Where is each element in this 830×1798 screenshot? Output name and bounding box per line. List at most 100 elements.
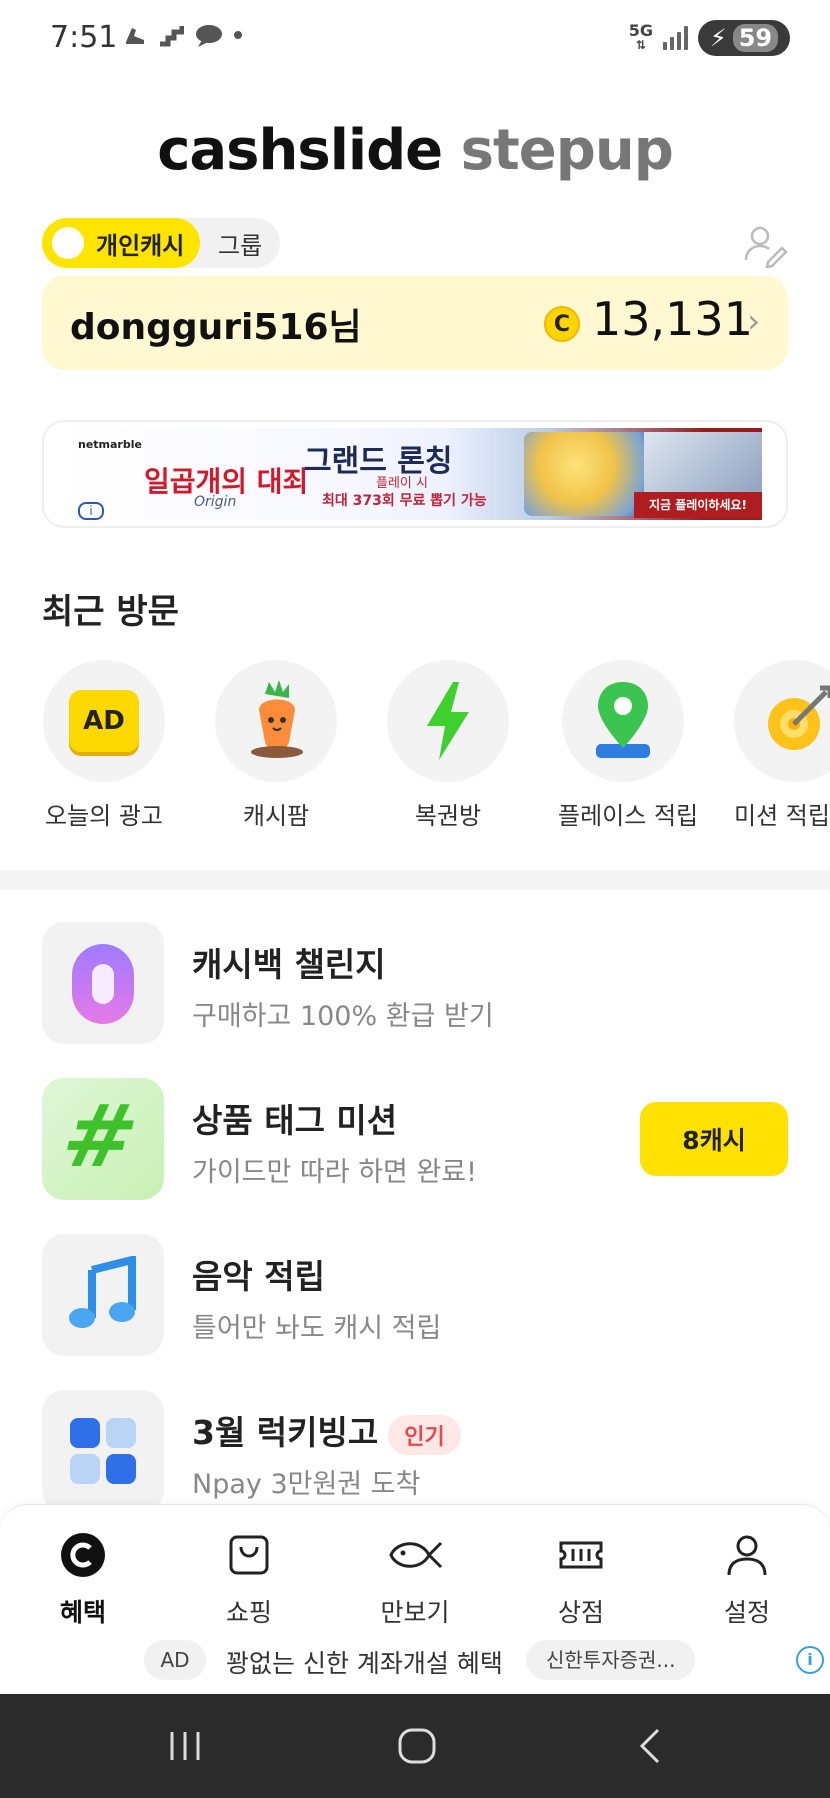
- recent-item-today-ad[interactable]: AD 오늘의 광고: [42, 660, 166, 831]
- shopping-bag-icon: [229, 1535, 269, 1575]
- logo-secondary: stepup: [460, 118, 674, 183]
- recent-section-title: 최근 방문: [42, 592, 179, 632]
- lightning-icon: [427, 682, 469, 760]
- nav-tab-shopping[interactable]: 쇼핑: [194, 1531, 304, 1629]
- list-icon: [42, 922, 164, 1044]
- list-item-product-tag-mission[interactable]: # 상품 태그 미션 가이드만 따라 하면 완료! 8캐시: [42, 1078, 788, 1202]
- battery-icon: ⚡ 59: [698, 20, 790, 56]
- recent-item-place[interactable]: 플레이스 적립: [558, 660, 699, 831]
- recent-item-circle: [562, 660, 684, 782]
- signal-icon: [663, 26, 688, 50]
- recent-item-mission[interactable]: 미션 적립: [734, 660, 830, 831]
- ad-badge-icon: AD: [69, 690, 139, 752]
- banner-brand: netmarble: [78, 438, 142, 451]
- fish-icon: [389, 1541, 443, 1569]
- nav-label: 쇼핑: [225, 1598, 272, 1627]
- network-indicator: 5G ⇅: [628, 21, 653, 53]
- list-title: 음악 적립: [192, 1257, 325, 1296]
- list-icon: #: [42, 1078, 164, 1200]
- list-item-cashback-challenge[interactable]: 캐시백 챌린지 구매하고 100% 환급 받기: [42, 922, 788, 1046]
- app-logo: cashslide stepup: [0, 118, 830, 183]
- status-bar: 7:51 5G ⇅ ⚡ 59: [0, 0, 830, 80]
- recent-item-label: 오늘의 광고: [44, 802, 164, 830]
- toggle-personal-label: 개인캐시: [96, 231, 185, 260]
- user-cash-card[interactable]: dongguri516님 C 13,131 ›: [42, 276, 788, 370]
- list-icon: [42, 1234, 164, 1356]
- network-label: 5G: [628, 21, 653, 40]
- info-icon[interactable]: i: [78, 502, 104, 520]
- nav-label: 만보기: [380, 1598, 450, 1627]
- ad-text[interactable]: 꽝없는 신한 계좌개설 혜택: [226, 1644, 503, 1680]
- nav-label: 설정: [723, 1598, 770, 1627]
- profile-edit-icon[interactable]: [742, 222, 788, 268]
- list-desc: 틀어만 놔도 캐시 적립: [192, 1313, 442, 1344]
- map-pin-icon: [596, 682, 650, 758]
- ad-tag: AD: [144, 1640, 206, 1680]
- dot-icon: [234, 31, 242, 39]
- status-right: 5G ⇅ ⚡ 59: [629, 20, 790, 56]
- target-icon: [768, 685, 830, 750]
- recent-apps-icon[interactable]: [160, 1726, 210, 1766]
- recent-item-label: 캐시팜: [242, 802, 310, 830]
- toggle-knob: [52, 227, 84, 259]
- recent-item-label: 플레이스 적립: [558, 802, 699, 830]
- bottom-nav: 혜택 쇼핑 만보기 상점 설정: [0, 1504, 830, 1628]
- list-desc: 구매하고 100% 환급 받기: [192, 1001, 494, 1032]
- list-desc: Npay 3만원권 도착: [192, 1469, 421, 1500]
- recent-item-label: 미션 적립: [734, 802, 830, 830]
- list-title: 3월 럭키빙고 인기: [192, 1406, 461, 1455]
- info-icon[interactable]: i: [796, 1646, 824, 1674]
- status-notification-icons: [122, 22, 242, 48]
- carrot-icon: [251, 680, 303, 758]
- music-note-icon: [69, 1256, 136, 1328]
- recent-item-cash-farm[interactable]: 캐시팜: [214, 660, 338, 831]
- recent-item-lottery[interactable]: 복권방: [386, 660, 510, 831]
- recent-item-circle: [734, 660, 830, 782]
- list-item-music-reward[interactable]: 음악 적립 틀어만 놔도 캐시 적립: [42, 1234, 788, 1358]
- reward-button[interactable]: 8캐시: [640, 1102, 788, 1176]
- bottom-ad-strip[interactable]: AD 꽝없는 신한 계좌개설 혜택 신한투자증권... i: [0, 1628, 830, 1694]
- battery-level: 59: [732, 24, 779, 52]
- logo-primary: cashslide: [157, 118, 443, 183]
- chevron-right-icon: ›: [747, 302, 760, 340]
- banner-image: netmarble 일곱개의 대죄 Origin i 그랜드 론칭 플레이 시 …: [54, 428, 762, 520]
- nav-label: 상점: [557, 1598, 604, 1627]
- list-title: 캐시백 챌린지: [192, 945, 386, 984]
- recent-item-circle: AD: [43, 660, 165, 782]
- ad-banner[interactable]: netmarble 일곱개의 대죄 Origin i 그랜드 론칭 플레이 시 …: [42, 420, 788, 528]
- nav-tab-store[interactable]: 상점: [526, 1531, 636, 1629]
- section-divider: [0, 870, 830, 890]
- cash-balance: 13,131: [592, 292, 753, 346]
- list-title: 상품 태그 미션: [192, 1101, 398, 1140]
- list-title-text: 3월 럭키빙고: [192, 1413, 379, 1452]
- cash-c-icon: [61, 1533, 105, 1577]
- system-nav-bar: [0, 1694, 830, 1798]
- hot-badge: 인기: [388, 1414, 461, 1455]
- bingo-grid-icon: [70, 1418, 136, 1484]
- recent-item-label: 복권방: [414, 802, 482, 830]
- list-item-lucky-bingo[interactable]: 3월 럭키빙고 인기 Npay 3만원권 도착: [42, 1390, 788, 1514]
- list-icon: [42, 1390, 164, 1512]
- cash-mode-toggle[interactable]: 개인캐시 그룹: [42, 218, 280, 268]
- nav-label: 혜택: [59, 1598, 106, 1627]
- toggle-personal[interactable]: 개인캐시: [42, 218, 200, 268]
- list-desc: 가이드만 따라 하면 완료!: [192, 1157, 477, 1188]
- nav-tab-pedometer[interactable]: 만보기: [360, 1531, 470, 1629]
- status-time: 7:51: [50, 20, 118, 55]
- nav-tab-settings[interactable]: 설정: [692, 1531, 802, 1629]
- steps-icon: [160, 26, 184, 47]
- person-icon: [727, 1535, 767, 1576]
- back-icon[interactable]: [626, 1726, 676, 1766]
- home-icon[interactable]: [392, 1726, 442, 1766]
- shoe-icon: [126, 28, 144, 44]
- banner-cta: 지금 플레이하세요!: [634, 492, 762, 518]
- recent-visits: AD 오늘의 광고 캐시팜 복권방 플레이스 적립 미션 적립: [42, 660, 830, 830]
- banner-sub2: 최대 373회 무료 뽑기 가능: [322, 493, 487, 509]
- nav-tab-benefits[interactable]: 혜택: [28, 1531, 138, 1629]
- ad-sponsor[interactable]: 신한투자증권...: [526, 1640, 696, 1680]
- bird-icon: [196, 25, 222, 47]
- banner-character-image-2: [644, 432, 762, 496]
- username: dongguri516님: [70, 307, 362, 348]
- toggle-group[interactable]: 그룹: [218, 226, 262, 261]
- hashtag-icon: #: [53, 1087, 147, 1187]
